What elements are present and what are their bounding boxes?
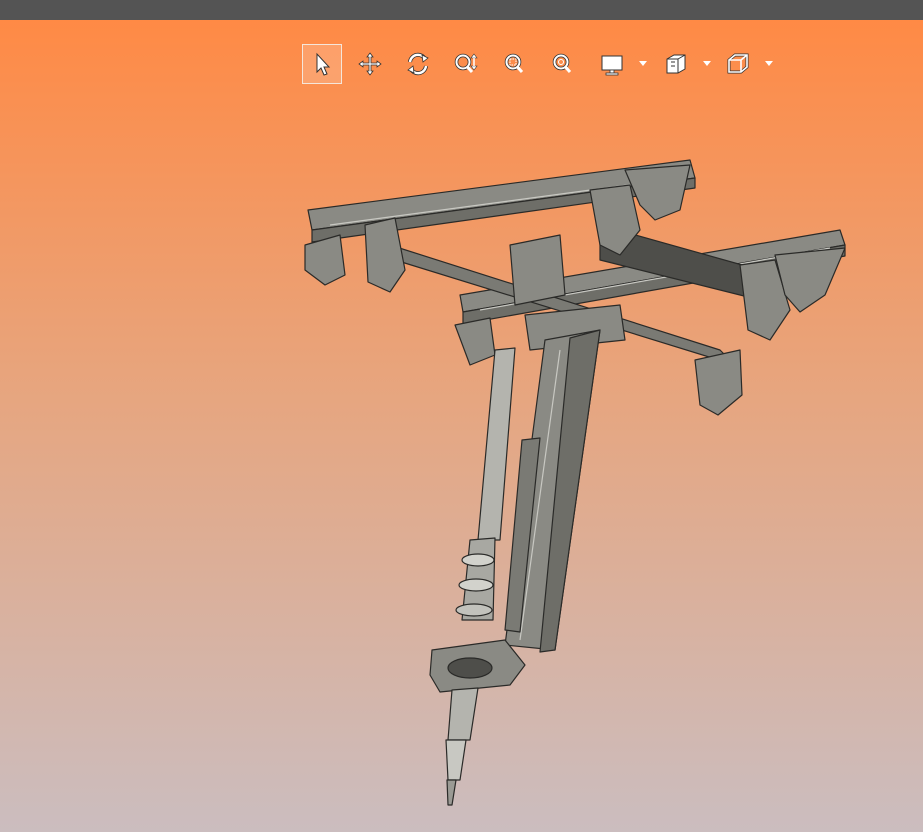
carriage-block: [509, 234, 566, 306]
view-orientation-dropdown[interactable]: [762, 44, 776, 84]
pan-tool-button[interactable]: [350, 44, 390, 84]
view-cube-icon: [727, 53, 749, 74]
tool-collet: [445, 739, 467, 781]
display-mode-button[interactable]: [592, 44, 632, 84]
display-monitor-icon: [601, 55, 623, 76]
display-mode-dropdown[interactable]: [636, 44, 650, 84]
3d-viewport[interactable]: [0, 20, 923, 832]
view-orientation-button[interactable]: [718, 44, 758, 84]
zoom-window-icon: [504, 53, 524, 74]
bracket-5: [454, 317, 496, 366]
section-view-dropdown[interactable]: [700, 44, 714, 84]
pan-move-icon: [358, 52, 382, 76]
tool-bit: [446, 779, 457, 806]
bracket-7: [694, 349, 743, 416]
zoom-fit-button[interactable]: [542, 44, 582, 84]
spindle-ring-1: [461, 553, 495, 567]
cad-model[interactable]: [0, 20, 923, 832]
window-titlebar: [0, 0, 923, 20]
chevron-down-icon: [703, 61, 711, 66]
zoom-fit-icon: [552, 53, 572, 74]
rotate-tool-button[interactable]: [398, 44, 438, 84]
zoom-window-button[interactable]: [494, 44, 534, 84]
section-view-button[interactable]: [656, 44, 696, 84]
mount-hub: [447, 657, 493, 679]
rotate-icon: [407, 52, 429, 76]
section-view-icon: [666, 54, 686, 74]
tool-holder: [447, 687, 479, 741]
chevron-down-icon: [765, 61, 773, 66]
view-toolbar: [300, 44, 780, 86]
spindle-ring-2: [458, 578, 494, 592]
chevron-down-icon: [639, 61, 647, 66]
zoom-tool-button[interactable]: [446, 44, 486, 84]
spindle-shaft: [477, 347, 516, 541]
spindle-ring-3: [455, 603, 493, 617]
zoom-updown-icon: [454, 53, 478, 74]
bracket-1: [304, 234, 346, 286]
select-arrow-icon: [316, 52, 331, 76]
select-tool-button[interactable]: [302, 44, 342, 84]
